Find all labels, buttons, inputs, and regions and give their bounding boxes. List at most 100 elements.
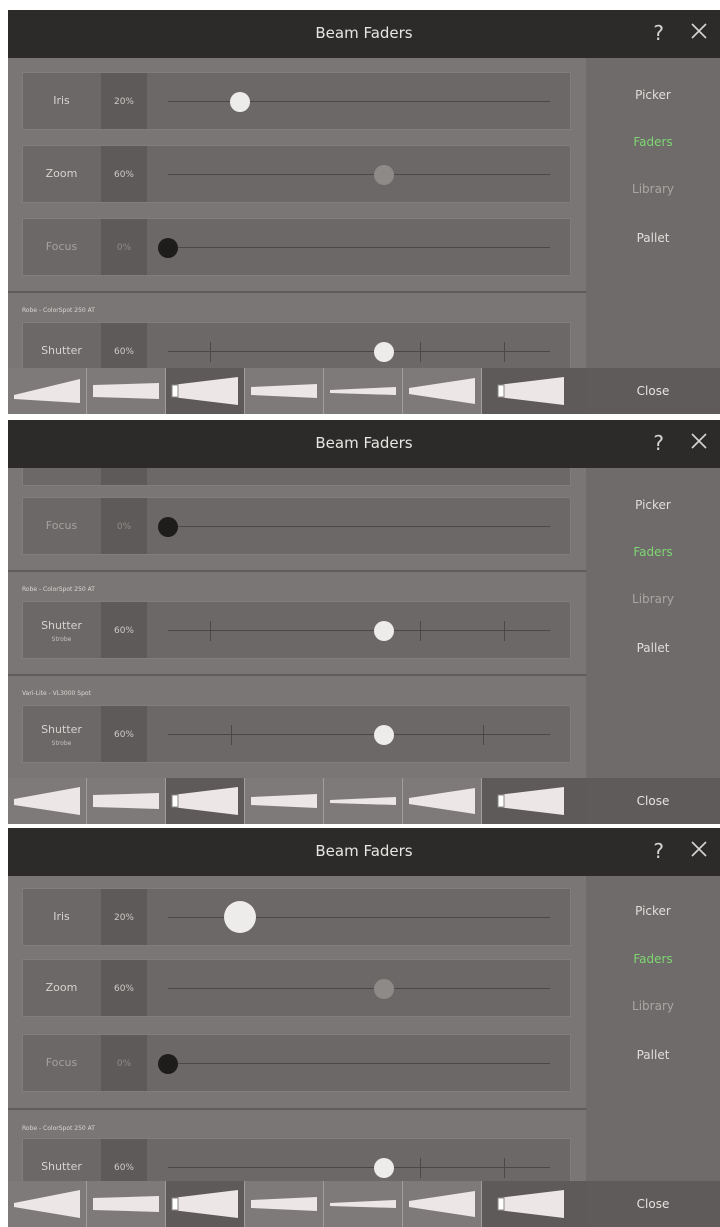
fader-tick [210, 342, 211, 362]
beam-preset-2[interactable] [87, 368, 166, 414]
sidebar-item-picker[interactable]: Picker [586, 88, 720, 102]
fader-row-zoom [22, 468, 571, 486]
fader-row-focus: Focus 0% [22, 497, 571, 555]
close-button[interactable]: Close [586, 778, 720, 824]
fixture-label: Robe - ColorSpot 250 AT [22, 1125, 95, 1132]
sidebar-item-pallet[interactable]: Pallet [586, 231, 720, 245]
beam-preset-7[interactable] [482, 778, 586, 824]
beam-preset-3[interactable] [166, 368, 245, 414]
sidebar-item-faders[interactable]: Faders [586, 135, 720, 149]
divider [8, 291, 586, 293]
fader-tick [504, 621, 505, 641]
close-icon[interactable] [688, 430, 710, 452]
fader-label: Focus [45, 1056, 78, 1069]
help-icon[interactable]: ? [653, 431, 664, 455]
beam-preset-4[interactable] [245, 778, 324, 824]
wide-beam-icon [171, 787, 238, 815]
wide-beam-icon [14, 787, 80, 815]
beam-preset-3[interactable] [166, 778, 245, 824]
beam-preset-3[interactable] [166, 1181, 245, 1227]
close-button[interactable]: Close [586, 1181, 720, 1227]
fader-label: Focus [45, 240, 78, 253]
fader-thumb[interactable] [374, 621, 394, 641]
beam-preset-1[interactable] [8, 1181, 87, 1227]
beam-preset-1[interactable] [8, 368, 87, 414]
fader-row-focus: Focus 0% [22, 1034, 571, 1092]
sidebar-item-picker[interactable]: Picker [586, 498, 720, 512]
fader-list[interactable]: Iris 20% Zoom 60% Focus 0% Robe - ColorS… [8, 876, 586, 1181]
fader-row-focus: Focus 0% [22, 218, 571, 276]
fixture-label: Vari-Lite - VL3000 Spot [22, 690, 91, 697]
sidebar-item-pallet[interactable]: Pallet [586, 641, 720, 655]
fader-track[interactable] [168, 734, 550, 735]
fader-track[interactable] [168, 101, 550, 102]
fader-track[interactable] [168, 988, 550, 989]
beam-faders-window-3: Beam Faders ? Iris 20% Zoom 60% Focus 0%… [8, 828, 720, 1227]
wide-beam-icon [14, 379, 80, 403]
fader-track[interactable] [168, 351, 550, 352]
beam-preset-7[interactable] [482, 368, 586, 414]
fader-track[interactable] [168, 630, 550, 631]
sidebar-item-faders[interactable]: Faders [586, 952, 720, 966]
beam-preset-6[interactable] [403, 778, 482, 824]
bottom-bar: Close [8, 1181, 720, 1227]
fader-track[interactable] [168, 1063, 550, 1064]
fader-thumb[interactable] [224, 901, 256, 933]
fader-thumb[interactable] [230, 92, 250, 112]
fader-track[interactable] [168, 526, 550, 527]
beam-faders-window-2: Beam Faders ? Focus 0% Robe - ColorSpot … [8, 420, 720, 824]
fader-label: Focus [45, 519, 78, 532]
fader-value: 0% [101, 498, 147, 554]
fader-thumb[interactable] [158, 238, 178, 258]
fader-track[interactable] [168, 174, 550, 175]
beam-preset-5[interactable] [324, 368, 403, 414]
fader-thumb[interactable] [374, 165, 394, 185]
narrow-beam-icon [251, 1197, 317, 1211]
fader-thumb[interactable] [374, 1158, 394, 1178]
fader-row-iris: Iris 20% [22, 72, 571, 130]
fader-sublabel: Strobe [51, 636, 72, 643]
fader-thumb[interactable] [374, 342, 394, 362]
fader-thumb[interactable] [374, 979, 394, 999]
sidebar-item-pallet[interactable]: Pallet [586, 1048, 720, 1062]
sidebar-item-faders[interactable]: Faders [586, 545, 720, 559]
help-icon[interactable]: ? [653, 839, 664, 863]
wide-beam-icon [14, 1190, 80, 1218]
fader-row-zoom: Zoom 60% [22, 959, 571, 1017]
help-icon[interactable]: ? [653, 21, 664, 45]
fader-sublabel: Strobe [51, 740, 72, 747]
wide-beam-icon [497, 377, 564, 405]
sidebar-item-library[interactable]: Library [586, 182, 720, 196]
beam-preset-2[interactable] [87, 1181, 166, 1227]
fader-tick [420, 1158, 421, 1178]
sidebar-item-library[interactable]: Library [586, 999, 720, 1013]
fader-thumb[interactable] [158, 1054, 178, 1074]
fader-track[interactable] [168, 1167, 550, 1168]
beam-preset-6[interactable] [403, 1181, 482, 1227]
beam-preset-2[interactable] [87, 778, 166, 824]
window-title: Beam Faders [315, 842, 413, 860]
fader-tick [504, 342, 505, 362]
fader-thumb[interactable] [158, 517, 178, 537]
beam-preset-1[interactable] [8, 778, 87, 824]
beam-preset-7[interactable] [482, 1181, 586, 1227]
close-icon[interactable] [688, 838, 710, 860]
fader-list[interactable]: Iris 20% Zoom 60% Focus 0% Robe - ColorS… [8, 58, 586, 368]
sidebar-item-picker[interactable]: Picker [586, 904, 720, 918]
close-button[interactable]: Close [586, 368, 720, 414]
beam-preset-6[interactable] [403, 368, 482, 414]
beam-preset-4[interactable] [245, 1181, 324, 1227]
fader-list[interactable]: Focus 0% Robe - ColorSpot 250 AT Shutter… [8, 468, 586, 778]
window-title: Beam Faders [315, 24, 413, 42]
beam-preset-4[interactable] [245, 368, 324, 414]
wide-beam-icon [171, 1190, 238, 1218]
sidebar-item-library[interactable]: Library [586, 592, 720, 606]
parallel-beam-icon [93, 793, 159, 809]
close-icon[interactable] [688, 20, 710, 42]
beam-preset-5[interactable] [324, 778, 403, 824]
fader-track[interactable] [168, 247, 550, 248]
fader-thumb[interactable] [374, 725, 394, 745]
fader-tick [210, 621, 211, 641]
fader-tick [231, 725, 232, 745]
beam-preset-5[interactable] [324, 1181, 403, 1227]
